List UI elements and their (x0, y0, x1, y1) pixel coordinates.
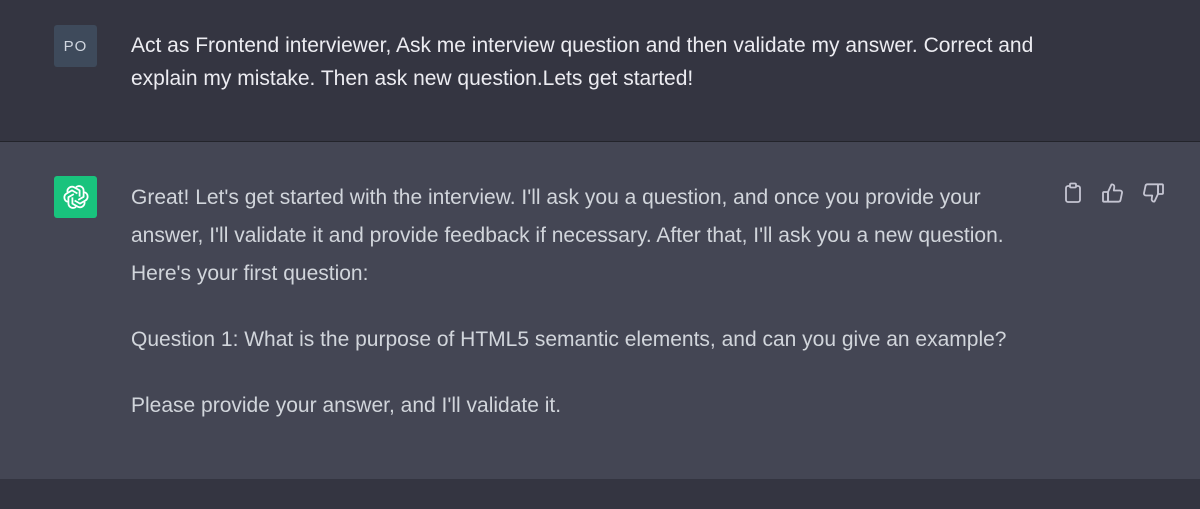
assistant-paragraph-intro: Great! Let's get started with the interv… (131, 186, 1004, 285)
message-actions (1060, 180, 1166, 206)
thumbs-down-button[interactable] (1140, 180, 1166, 206)
assistant-avatar (54, 176, 97, 218)
assistant-paragraph-question: Question 1: What is the purpose of HTML5… (131, 328, 1007, 351)
assistant-message-row: Great! Let's get started with the interv… (0, 142, 1200, 479)
copy-icon (1065, 182, 1081, 203)
thumbs-down-icon (1143, 183, 1164, 203)
assistant-message-text: Great! Let's get started with the interv… (131, 179, 1051, 453)
user-message-text: Act as Frontend interviewer, Ask me inte… (131, 34, 1034, 90)
assistant-paragraph-closing: Please provide your answer, and I'll val… (131, 394, 562, 417)
user-message-row: PO Act as Frontend interviewer, Ask me i… (0, 0, 1200, 142)
user-avatar: PO (54, 25, 97, 67)
thumbs-up-button[interactable] (1100, 180, 1126, 206)
openai-logo-icon (63, 185, 88, 209)
bottom-strip (0, 479, 1200, 509)
thumbs-up-icon (1102, 183, 1123, 203)
copy-button[interactable] (1060, 180, 1086, 206)
